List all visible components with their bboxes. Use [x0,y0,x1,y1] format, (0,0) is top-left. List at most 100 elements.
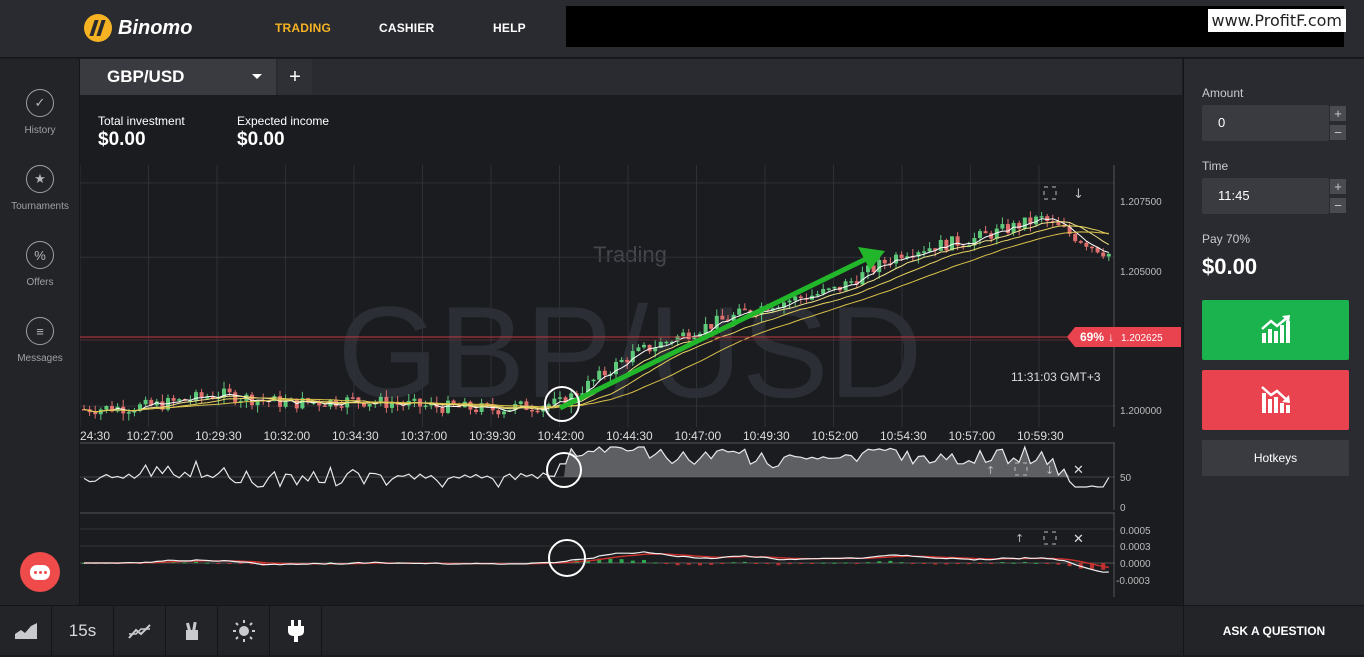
candle [322,405,327,407]
candle [737,308,742,315]
collapse-down-icon[interactable]: ↓ [1073,187,1084,202]
candle [597,370,602,380]
histogram-bar [765,563,770,564]
sidebar-item-history[interactable]: ✓ History [0,89,80,136]
brand-logo[interactable]: Binomo [84,14,192,42]
left-sidebar: ✓ History ★ Tournaments % Offers ≡ Messa… [0,59,80,605]
candle [1045,216,1050,222]
check-circle-icon: ✓ [26,89,54,117]
candle [938,240,943,251]
total-investment-label: Total investment [98,114,185,128]
histogram-bar [776,563,781,566]
candle [636,347,641,352]
time-tick: 10:54:30 [880,429,927,443]
theme-button[interactable] [218,606,270,656]
time-tick: 10:37:00 [401,429,448,443]
histogram-bar [731,562,736,564]
histogram-bar [238,563,243,565]
nav-trading[interactable]: TRADING [275,21,331,35]
chat-button[interactable] [20,552,60,592]
fullscreen-icon[interactable] [1043,531,1057,545]
sidebar-item-messages[interactable]: ≡ Messages [0,317,80,364]
drawing-tools-icon [185,621,198,640]
add-asset-button[interactable]: + [278,59,312,95]
time-input[interactable]: 11:45 [1202,178,1329,214]
nav-help[interactable]: HELP [493,21,526,35]
fullscreen-icon[interactable] [1043,186,1057,200]
asset-selector[interactable]: GBP/USD [80,59,276,95]
histogram-bar [675,563,680,566]
candle [983,231,988,234]
candle [815,293,820,296]
histogram-bar [754,563,758,564]
sidebar-item-tournaments[interactable]: ★ Tournaments [0,165,80,212]
oscillator-panel-1: 50 0 ↑ ↓ ✕ [80,442,1132,514]
candle [474,409,478,412]
candle [1006,224,1010,233]
candle [826,288,831,290]
candle [227,388,232,393]
percent-icon: % [26,241,54,269]
chart-up-icon [1260,315,1290,343]
arrow-down-icon[interactable]: ↓ [1045,464,1054,477]
expected-income-label: Expected income [237,114,330,128]
chart-down-icon [1260,386,1290,413]
histogram-bar [989,563,994,564]
candle [922,251,926,253]
histogram-bar [798,563,803,564]
hotkeys-button[interactable]: Hotkeys [1202,440,1349,476]
trophy-icon: ★ [26,165,54,193]
arrow-up-icon[interactable]: ↑ [1015,532,1024,545]
candle [93,412,98,415]
candle [798,296,803,299]
candle [518,401,523,404]
candle [955,236,960,246]
time-decrease-button[interactable]: − [1329,197,1347,214]
histogram-bar [877,561,882,563]
amount-input[interactable]: 0 [1202,105,1329,141]
candle [686,332,691,340]
histogram-bar [653,562,658,564]
candle [350,397,355,399]
close-icon[interactable]: ✕ [1073,463,1084,478]
amount-increase-button[interactable]: + [1329,105,1347,122]
marker-percent: 69% [1080,330,1104,344]
candle [496,410,501,415]
arrow-up-icon[interactable]: ↑ [986,464,995,477]
candle [709,323,714,329]
bottom-toolbar: 15s [0,605,1364,656]
candle [899,254,904,259]
trading-chart[interactable]: GBP/USD Trading 69% ↓ 1.202625 1.207500 … [80,165,1182,605]
price-tick: 1.207500 [1120,197,1162,208]
candle [978,231,982,238]
time-label: Time [1202,159,1229,173]
close-icon[interactable]: ✕ [1073,532,1084,547]
top-bar: Binomo TRADING CASHIER HELP www.ProfitF.… [0,0,1364,58]
candle [1084,242,1089,247]
nav-cashier[interactable]: CASHIER [379,21,434,35]
total-investment: Total investment $0.00 [98,114,185,151]
time-tick: 10:34:30 [332,429,379,443]
drawing-tools-button[interactable] [166,606,218,656]
candle [423,405,428,407]
indicators-button[interactable] [114,606,166,656]
interval-button[interactable]: 15s [52,606,114,656]
chart-canvas[interactable]: GBP/USD Trading 69% ↓ 1.202625 1.207500 … [80,165,1182,605]
amount-decrease-button[interactable]: − [1329,124,1347,141]
sidebar-item-offers[interactable]: % Offers [0,241,80,288]
histogram-bar [205,562,210,564]
candle [412,398,417,401]
candle [558,397,562,399]
osc1-tick: 0 [1120,503,1126,514]
candle [625,359,630,363]
plugin-button[interactable] [270,606,322,656]
histogram-bar [866,562,870,564]
chart-type-button[interactable] [0,606,52,656]
call-button[interactable] [1202,300,1349,360]
histogram-bar [821,562,826,564]
time-tick: 10:49:30 [743,429,790,443]
ask-question-button[interactable]: ASK A QUESTION [1183,605,1364,655]
put-button[interactable] [1202,370,1349,430]
osc2-tick: 0.0005 [1120,526,1151,537]
time-increase-button[interactable]: + [1329,178,1347,195]
